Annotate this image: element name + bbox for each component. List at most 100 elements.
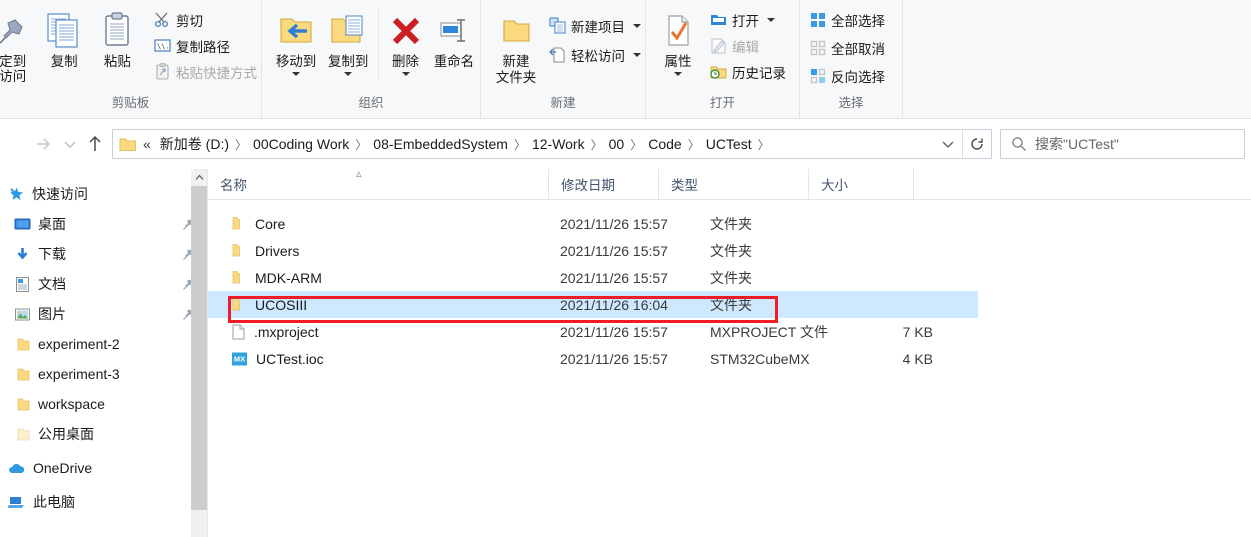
breadcrumb-sep-6[interactable]: 〉 — [756, 136, 772, 153]
copy-button[interactable]: 复制 — [38, 4, 91, 69]
pin-to-quick-access-button[interactable]: 定到 访问 — [0, 4, 36, 84]
recent-locations-button[interactable] — [58, 129, 82, 159]
table-row[interactable]: MX UCTest.ioc 2021/11/26 15:57 STM32Cube… — [208, 345, 1251, 372]
move-to-caret-icon[interactable] — [292, 72, 301, 76]
paste-icon — [100, 8, 134, 54]
new-item-button[interactable]: 新建项目 — [547, 14, 645, 37]
address-bar-controls — [934, 130, 991, 158]
edit-button[interactable]: 编辑 — [708, 34, 790, 57]
rename-button[interactable]: 重命名 — [428, 4, 480, 69]
breadcrumb-sep-2[interactable]: 〉 — [512, 136, 528, 153]
easy-access-button[interactable]: 轻松访问 — [547, 43, 645, 66]
file-name-cell: MX UCTest.ioc — [208, 351, 548, 367]
folder-icon — [231, 270, 247, 285]
column-label-date: 修改日期 — [561, 178, 615, 193]
sidebar-item-pictures[interactable]: 图片 — [0, 299, 207, 329]
sidebar-item-downloads[interactable]: 下载 — [0, 239, 207, 269]
copy-path-button[interactable]: \\.. 复制路径 — [152, 34, 261, 57]
scrollbar-up-button[interactable] — [191, 169, 207, 186]
navigation-pane-scrollbar[interactable] — [191, 169, 207, 537]
sidebar-item-onedrive[interactable]: OneDrive — [0, 453, 207, 483]
sidebar-item-documents[interactable]: 文档 — [0, 269, 207, 299]
sidebar-item-public-desktop[interactable]: 公用桌面 — [0, 419, 207, 449]
properties-button[interactable]: 属性 — [654, 4, 702, 76]
search-input[interactable]: 搜索"UCTest" — [1035, 134, 1119, 154]
address-dropdown-button[interactable] — [934, 130, 962, 158]
file-date: 2021/11/26 15:57 — [560, 215, 668, 232]
sidebar-item-quick-access[interactable]: 快速访问 — [0, 179, 207, 209]
breadcrumb-sep-3[interactable]: 〉 — [589, 136, 605, 153]
open-button[interactable]: 打开 — [708, 8, 790, 31]
breadcrumb-sep-4[interactable]: 〉 — [628, 136, 644, 153]
scrollbar-thumb[interactable] — [191, 186, 207, 510]
new-item-caret-icon[interactable] — [633, 23, 641, 28]
breadcrumb-item-1[interactable]: 00Coding Work — [249, 136, 353, 152]
properties-caret-icon[interactable] — [674, 72, 682, 76]
sidebar-item-experiment-3[interactable]: experiment-3 — [0, 359, 207, 389]
select-all-icon — [810, 12, 826, 28]
navigation-buttons — [0, 129, 108, 159]
select-none-button[interactable]: 全部取消 — [808, 36, 889, 59]
delete-button[interactable]: 删除 — [383, 4, 428, 76]
address-folder-icon — [119, 137, 136, 152]
breadcrumb-item-4[interactable]: 00 — [605, 136, 629, 152]
column-header-name[interactable]: 名称 ▵ — [208, 168, 548, 199]
invert-selection-icon — [810, 68, 826, 84]
sidebar-item-desktop[interactable]: 桌面 — [0, 209, 207, 239]
folder-icon-experiment-3 — [14, 367, 31, 382]
folder-icon-workspace — [14, 397, 31, 412]
file-type: STM32CubeMX — [710, 350, 810, 367]
table-row[interactable]: MDK-ARM 2021/11/26 15:57 文件夹 — [208, 264, 1251, 291]
column-label-name: 名称 — [220, 178, 247, 193]
address-bar[interactable]: « 新加卷 (D:) 〉 00Coding Work 〉 08-Embedded… — [112, 129, 992, 159]
paste-button[interactable]: 粘贴 — [91, 4, 144, 69]
file-type: 文件夹 — [710, 296, 752, 313]
column-header-type[interactable]: 类型 — [658, 169, 808, 199]
file-type: 文件夹 — [710, 215, 752, 232]
breadcrumb-item-0[interactable]: 新加卷 (D:) — [156, 134, 233, 154]
breadcrumb-item-5[interactable]: Code — [644, 136, 685, 152]
rename-icon — [435, 8, 473, 54]
delete-caret-icon[interactable] — [401, 72, 410, 76]
sidebar-item-workspace[interactable]: workspace — [0, 389, 207, 419]
sidebar-item-experiment-2[interactable]: experiment-2 — [0, 329, 207, 359]
generic-file-icon — [231, 324, 246, 340]
select-all-label: 全部选择 — [831, 13, 885, 29]
file-name-cell: MDK-ARM — [208, 270, 548, 286]
breadcrumb-item-6[interactable]: UCTest — [702, 136, 756, 152]
sidebar-label-pictures: 图片 — [38, 306, 66, 322]
breadcrumb-sep-1[interactable]: 〉 — [353, 136, 369, 153]
sidebar-item-this-pc[interactable]: 此电脑 — [0, 487, 207, 517]
invert-selection-button[interactable]: 反向选择 — [808, 64, 889, 87]
breadcrumb-sep-0[interactable]: 〉 — [233, 136, 249, 153]
new-item-label: 新建项目 — [571, 19, 625, 35]
cut-button[interactable]: 剪切 — [152, 8, 261, 31]
sidebar-label-onedrive: OneDrive — [33, 460, 93, 476]
select-all-button[interactable]: 全部选择 — [808, 8, 889, 31]
new-folder-button[interactable]: 新建 文件夹 — [491, 4, 541, 86]
history-button[interactable]: 历史记录 — [708, 60, 790, 83]
paste-shortcut-button[interactable]: 粘贴快捷方式 — [152, 60, 261, 83]
table-row[interactable]: Drivers 2021/11/26 15:57 文件夹 — [208, 237, 1251, 264]
copy-to-button[interactable]: 复制到 — [322, 4, 374, 76]
table-row[interactable]: UCOSIII 2021/11/26 16:04 文件夹 — [208, 291, 978, 318]
new-folder-label-line2: 文件夹 — [495, 70, 537, 85]
move-to-button[interactable]: 移动到 — [270, 4, 322, 76]
search-box[interactable]: 搜索"UCTest" — [1000, 129, 1245, 159]
breadcrumb-sep-5[interactable]: 〉 — [686, 136, 702, 153]
copy-to-caret-icon[interactable] — [344, 72, 353, 76]
easy-access-caret-icon[interactable] — [633, 52, 641, 57]
column-header-size[interactable]: 大小 — [808, 169, 913, 199]
new-item-icon — [549, 17, 566, 34]
open-caret-icon[interactable] — [767, 17, 775, 22]
breadcrumb-item-2[interactable]: 08-EmbeddedSystem — [369, 136, 512, 152]
column-header-date[interactable]: 修改日期 — [548, 169, 658, 199]
table-row[interactable]: Core 2021/11/26 15:57 文件夹 — [208, 210, 1251, 237]
refresh-button[interactable] — [963, 130, 991, 158]
file-date: 2021/11/26 15:57 — [560, 269, 668, 286]
breadcrumb-item-3[interactable]: 12-Work — [528, 136, 589, 152]
forward-button[interactable] — [28, 129, 58, 159]
table-row[interactable]: .mxproject 2021/11/26 15:57 MXPROJECT 文件… — [208, 318, 1251, 345]
up-button[interactable] — [82, 129, 108, 159]
address-overflow-chevron-icon[interactable]: « — [138, 136, 156, 152]
